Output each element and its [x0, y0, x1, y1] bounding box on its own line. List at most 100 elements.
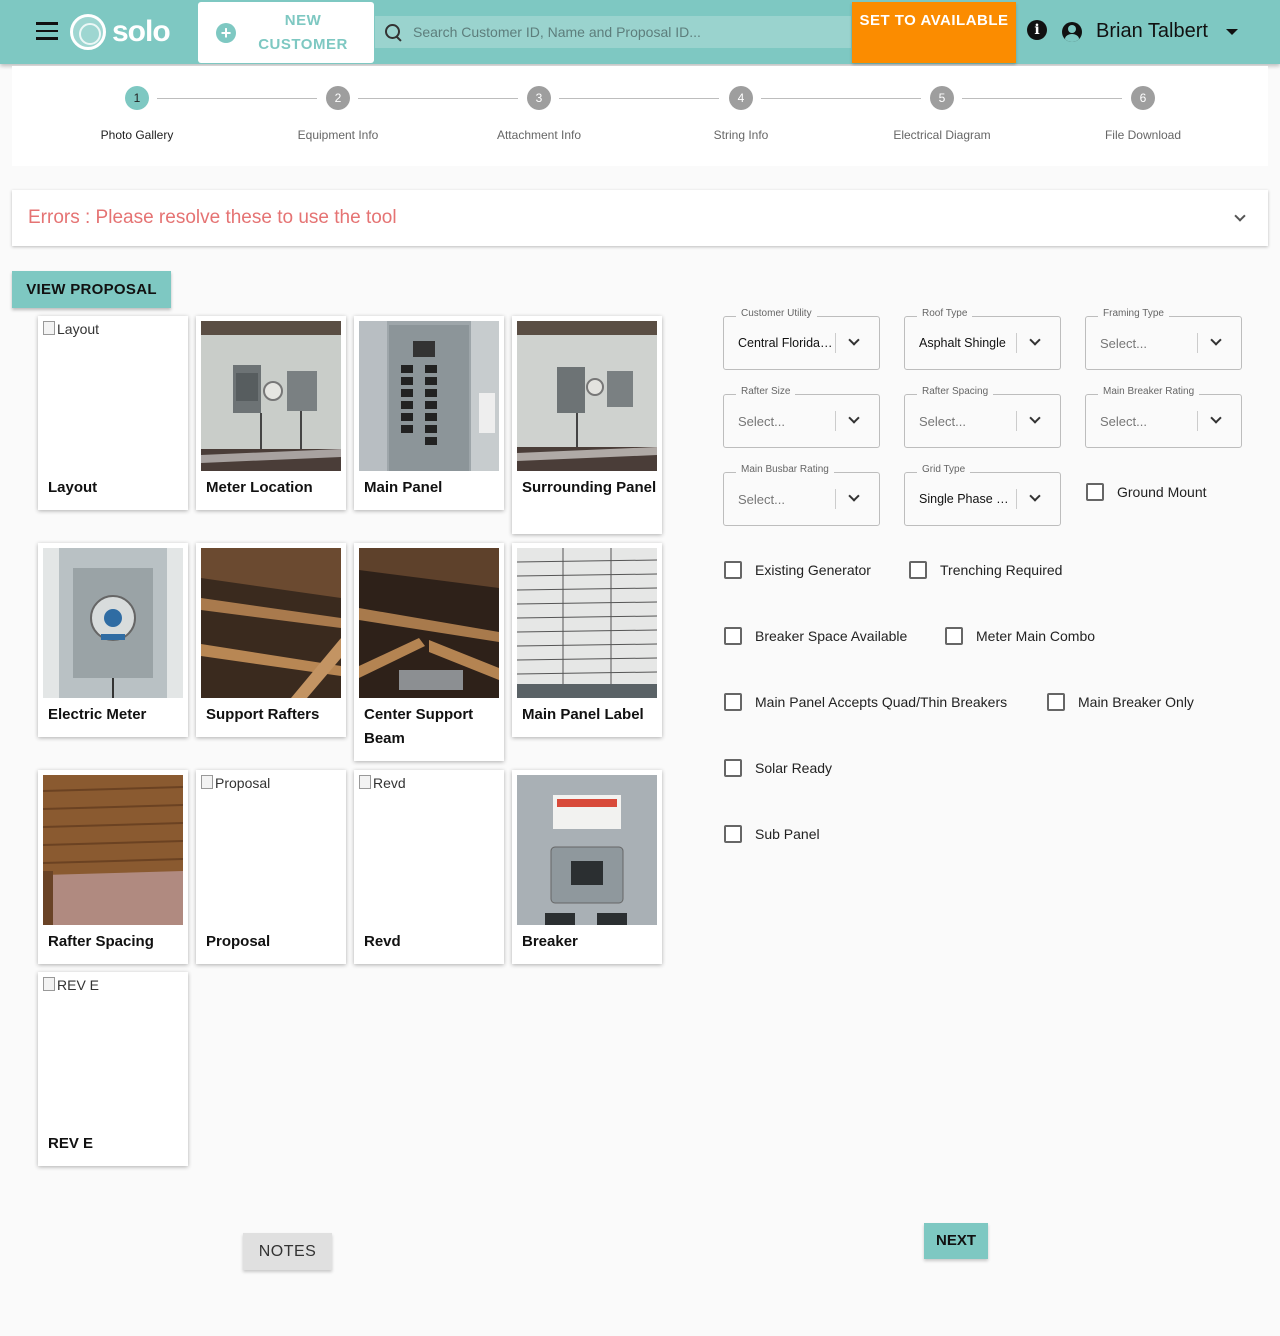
photo-card-revd[interactable]: Revd Revd [354, 770, 504, 964]
photo-card-label: Rafter Spacing [48, 933, 154, 950]
step-attachment-info[interactable]: 3 Attachment Info [469, 86, 609, 142]
photo-card-support-rafters[interactable]: Support Rafters [196, 543, 346, 737]
errors-panel[interactable]: Errors : Please resolve these to use the… [12, 190, 1268, 246]
checkbox-label: Sub Panel [755, 826, 820, 842]
step-file-download[interactable]: 6 File Download [1073, 86, 1213, 142]
photo-card-surrounding-panel[interactable]: Surrounding Panel [512, 316, 662, 534]
select-separator [1197, 333, 1198, 353]
photo-card-meter-location[interactable]: Meter Location [196, 316, 346, 510]
chevron-down-icon[interactable] [1029, 412, 1041, 424]
chevron-down-icon[interactable] [848, 412, 860, 424]
meter-location-photo [201, 321, 341, 471]
photo-card-breaker[interactable]: Breaker [512, 770, 662, 964]
checkbox-label: Meter Main Combo [976, 628, 1096, 644]
main-panel-photo [359, 321, 499, 471]
checkbox-box[interactable] [724, 825, 742, 843]
errors-message: Errors : Please resolve these to use the… [28, 207, 397, 228]
photo-card-rev-e[interactable]: REV E REV E [38, 972, 188, 1166]
image-alt-text: Layout [57, 321, 100, 337]
roof-type-select[interactable]: Roof Type Asphalt Shingle [904, 308, 1061, 370]
breaker-photo [517, 775, 657, 925]
new-customer-button[interactable]: + NEW CUSTOMER [198, 2, 374, 63]
select-separator [1016, 489, 1017, 509]
framing-type-select[interactable]: Framing Type Select... [1085, 308, 1242, 370]
checkbox-box[interactable] [945, 627, 963, 645]
photo-card-label: Electric Meter [48, 706, 147, 723]
checkbox-box[interactable] [1086, 483, 1104, 501]
checkbox-box[interactable] [724, 627, 742, 645]
caret-down-icon[interactable] [1226, 29, 1238, 35]
photo-card-label: Main Panel Label [522, 706, 644, 723]
chevron-down-icon[interactable] [1210, 334, 1222, 346]
select-label: Main Busbar Rating [736, 464, 834, 475]
trenching-required-checkbox[interactable]: Trenching Required [909, 561, 1062, 579]
set-to-available-button[interactable]: SET TO AVAILABLE [852, 2, 1016, 63]
sub-panel-checkbox[interactable]: Sub Panel [724, 825, 820, 843]
step-electrical-diagram[interactable]: 5 Electrical Diagram [872, 86, 1012, 142]
meter-main-combo-checkbox[interactable]: Meter Main Combo [945, 627, 1095, 645]
rafter-spacing-select[interactable]: Rafter Spacing Select... [904, 386, 1061, 448]
step-number: 1 [125, 86, 149, 110]
checkbox-box[interactable] [724, 561, 742, 579]
chevron-down-icon[interactable] [1234, 210, 1246, 222]
existing-generator-checkbox[interactable]: Existing Generator [724, 561, 871, 579]
photo-card-label: Breaker [522, 933, 578, 950]
photo-card-label: Proposal [206, 933, 271, 950]
progress-stepper: 1 Photo Gallery 2 Equipment Info 3 Attac… [12, 66, 1268, 166]
quad-thin-breakers-checkbox[interactable]: Main Panel Accepts Quad/Thin Breakers [724, 693, 1007, 711]
solar-ready-checkbox[interactable]: Solar Ready [724, 759, 832, 777]
menu-icon[interactable] [36, 22, 58, 42]
search-input[interactable] [413, 24, 843, 40]
photo-card-electric-meter[interactable]: Electric Meter [38, 543, 188, 737]
step-label: File Download [1104, 128, 1182, 142]
rafter-size-select[interactable]: Rafter Size Select... [723, 386, 880, 448]
info-icon[interactable]: i [1027, 20, 1047, 40]
main-breaker-rating-select[interactable]: Main Breaker Rating Select... [1085, 386, 1242, 448]
chevron-down-icon[interactable] [1029, 334, 1041, 346]
grid-type-select[interactable]: Grid Type Single Phase 24... [904, 464, 1061, 526]
step-string-info[interactable]: 4 String Info [671, 86, 811, 142]
checkbox-box[interactable] [1047, 693, 1065, 711]
select-value: Asphalt Shingle [919, 336, 1006, 350]
photo-card-label: Center Support Beam [364, 706, 474, 747]
checkbox-box[interactable] [909, 561, 927, 579]
breaker-space-available-checkbox[interactable]: Breaker Space Available [724, 627, 907, 645]
chevron-down-icon[interactable] [1210, 412, 1222, 424]
checkbox-label: Main Panel Accepts Quad/Thin Breakers [755, 694, 1008, 710]
photo-card-label: Revd [364, 933, 401, 950]
select-separator [835, 411, 836, 431]
checkbox-box[interactable] [724, 693, 742, 711]
photo-card-proposal[interactable]: Proposal Proposal [196, 770, 346, 964]
select-separator [835, 333, 836, 353]
step-equipment-info[interactable]: 2 Equipment Info [268, 86, 408, 142]
photo-card-layout[interactable]: Layout Layout [38, 316, 188, 510]
checkbox-label: Existing Generator [755, 562, 871, 578]
photo-card-center-support-beam[interactable]: Center Support Beam [354, 543, 504, 761]
photo-card-main-panel[interactable]: Main Panel [354, 316, 504, 510]
checkbox-box[interactable] [724, 759, 742, 777]
main-busbar-rating-select[interactable]: Main Busbar Rating Select... [723, 464, 880, 526]
customer-utility-select[interactable]: Customer Utility Central Florida E... [723, 308, 880, 370]
chevron-down-icon[interactable] [1029, 490, 1041, 502]
next-button[interactable]: NEXT [924, 1223, 988, 1259]
surrounding-panel-photo [517, 321, 657, 471]
solo-logo[interactable]: solo [70, 12, 171, 52]
photo-card-rafter-spacing[interactable]: Rafter Spacing [38, 770, 188, 964]
photo-card-main-panel-label[interactable]: Main Panel Label [512, 543, 662, 737]
view-proposal-button[interactable]: VIEW PROPOSAL [12, 271, 171, 308]
chevron-down-icon[interactable] [848, 334, 860, 346]
main-breaker-only-checkbox[interactable]: Main Breaker Only [1047, 693, 1194, 711]
checkbox-label: Ground Mount [1117, 484, 1207, 500]
broken-image-icon: Revd [359, 775, 499, 925]
notes-button[interactable]: NOTES [243, 1233, 332, 1270]
photo-card-label: Meter Location [206, 479, 313, 496]
ground-mount-checkbox[interactable]: Ground Mount [1086, 483, 1207, 501]
checkbox-label: Trenching Required [940, 562, 1063, 578]
account-icon[interactable] [1062, 22, 1082, 42]
rafter-spacing-photo [43, 775, 183, 925]
user-name[interactable]: Brian Talbert [1096, 20, 1208, 43]
select-label: Roof Type [917, 308, 973, 319]
chevron-down-icon[interactable] [848, 490, 860, 502]
step-photo-gallery[interactable]: 1 Photo Gallery [67, 86, 207, 142]
step-number: 5 [930, 86, 954, 110]
